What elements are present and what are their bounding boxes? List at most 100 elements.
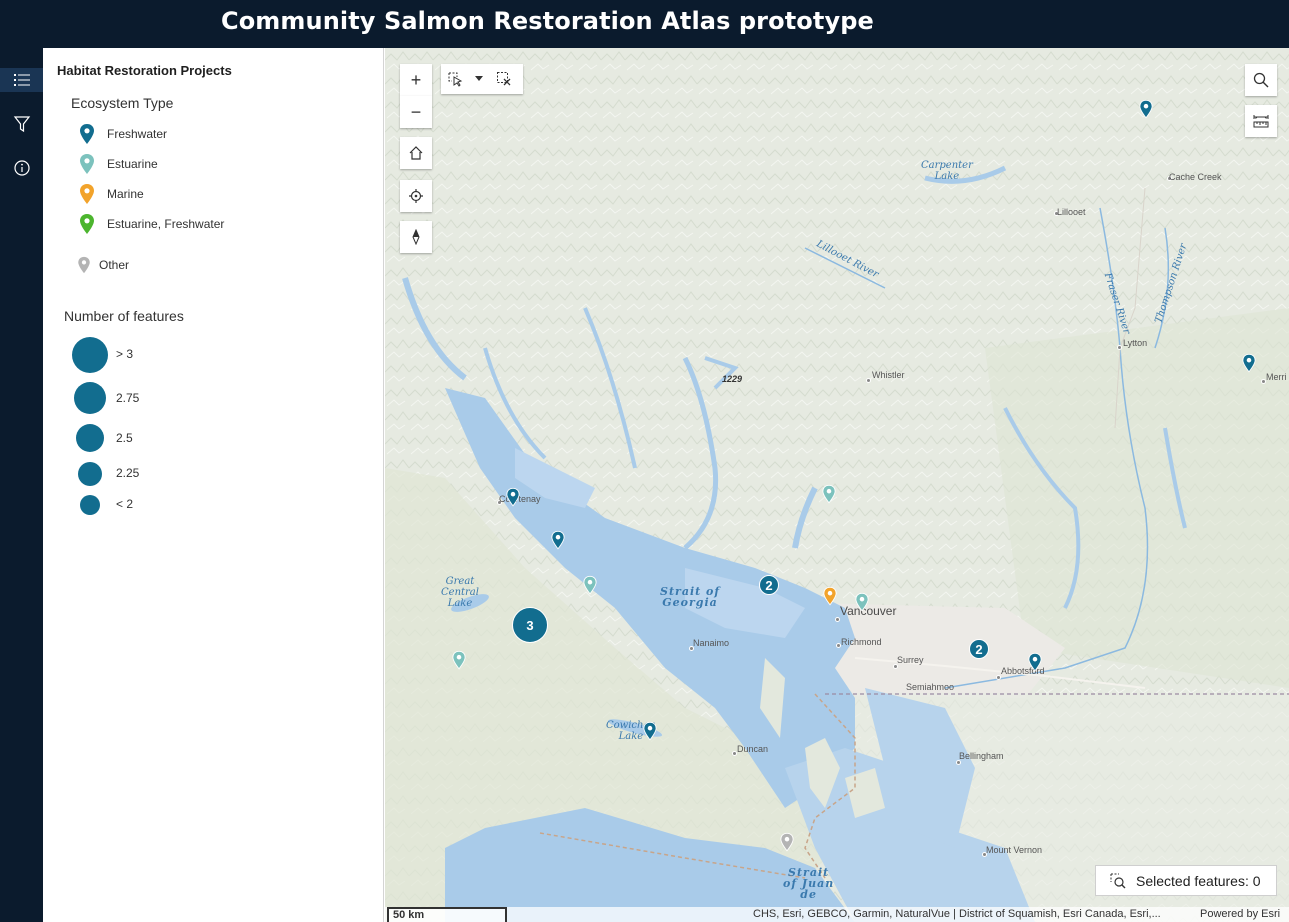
- cluster-marker[interactable]: 2: [759, 575, 779, 595]
- estuarine-pin[interactable]: [583, 575, 597, 595]
- zoom-in-button[interactable]: +: [400, 64, 432, 96]
- place-label: Whistler: [872, 370, 905, 380]
- place-label: Bellingham: [959, 751, 1004, 761]
- elevation-label: 1229: [722, 374, 743, 384]
- place-label: Cache Creek: [1169, 172, 1222, 182]
- clear-selection-icon: [497, 72, 511, 86]
- attribution-bar: 50 km CHS, Esri, GEBCO, Garmin, NaturalV…: [385, 907, 1289, 922]
- place-label: Lytton: [1123, 338, 1148, 348]
- place-label: Semiahmoo: [906, 682, 955, 692]
- action-rail: [0, 48, 43, 922]
- freshwater-pin[interactable]: [643, 721, 657, 741]
- place-label: Duncan: [737, 744, 769, 754]
- selected-features-label: Selected features: 0: [1136, 872, 1261, 889]
- home-icon: [409, 146, 423, 160]
- freshwater-pin[interactable]: [506, 487, 520, 507]
- map-view[interactable]: Cache Creek Lillooet Lytton Merri Whistl…: [385, 48, 1289, 922]
- size-label: < 2: [116, 497, 134, 511]
- marine-pin[interactable]: [823, 586, 837, 606]
- estuarine-pin-icon: [80, 154, 94, 174]
- legend-item-estuarine: Estuarine: [79, 152, 158, 176]
- place-label: Nanaimo: [693, 638, 730, 648]
- water-label: Strait of Juan de: [783, 866, 835, 901]
- water-label: Carpenter Lake: [921, 160, 973, 182]
- scale-bar: 50 km: [387, 907, 507, 922]
- selected-features-button[interactable]: Selected features: 0: [1095, 865, 1277, 896]
- legend-label: Other: [99, 258, 130, 272]
- legend-item-freshwater: Freshwater: [79, 122, 167, 146]
- other-pin-icon: [78, 256, 90, 274]
- locate-icon: [409, 189, 423, 203]
- locate-button[interactable]: [400, 180, 432, 212]
- other-pin[interactable]: [780, 832, 794, 852]
- freshwater-pin[interactable]: [1139, 99, 1153, 119]
- marine-pin-icon: [80, 184, 94, 204]
- legend-item-marine: Marine: [79, 182, 144, 206]
- legend-item-estuarine-freshwater: Estuarine, Freshwater: [79, 212, 224, 236]
- place-label: Richmond: [841, 637, 882, 647]
- compass-button[interactable]: [400, 221, 432, 253]
- selection-zoom-icon: [1110, 873, 1126, 888]
- home-button[interactable]: [400, 137, 432, 169]
- cursor-select-icon: [448, 72, 463, 87]
- estuarine-freshwater-pin-icon: [80, 214, 94, 234]
- ecosystem-title: Ecosystem Type: [71, 95, 174, 111]
- search-icon: [1253, 72, 1269, 88]
- water-label: Great Central Lake: [441, 576, 479, 609]
- list-icon: [13, 74, 30, 86]
- zoom-out-button[interactable]: −: [400, 96, 432, 128]
- size-label: 2.75: [116, 391, 140, 405]
- water-label: Strait of Georgia: [660, 585, 721, 609]
- size-label: 2.25: [116, 466, 140, 480]
- select-dropdown-button[interactable]: [469, 64, 489, 94]
- estuarine-pin[interactable]: [822, 484, 836, 504]
- place-label: Surrey: [897, 655, 924, 665]
- city-dot: [866, 378, 871, 383]
- estuarine-pin[interactable]: [452, 650, 466, 670]
- info-icon: [13, 160, 30, 176]
- freshwater-pin-icon: [80, 124, 94, 144]
- legend-label: Estuarine: [107, 157, 158, 171]
- legend-label: Freshwater: [107, 127, 168, 141]
- size-title: Number of features: [64, 308, 184, 324]
- size-circle-smallest: [80, 495, 100, 515]
- info-button[interactable]: [0, 156, 43, 180]
- size-label: 2.5: [116, 431, 133, 445]
- size-label: > 3: [116, 347, 134, 361]
- city-dot: [1117, 345, 1122, 350]
- search-button[interactable]: [1245, 64, 1277, 96]
- filter-button[interactable]: [0, 112, 43, 136]
- app-header: Community Salmon Restoration Atlas proto…: [0, 0, 1289, 48]
- basemap: [385, 48, 1289, 922]
- measure-button[interactable]: [1245, 105, 1277, 137]
- cluster-marker[interactable]: 2: [969, 639, 989, 659]
- size-circle-largest: [72, 337, 108, 373]
- place-label: Mount Vernon: [986, 845, 1043, 855]
- size-circle-medium: [76, 424, 104, 452]
- legend-panel: Habitat Restoration Projects Ecosystem T…: [43, 48, 384, 922]
- place-label: Merri: [1266, 372, 1287, 382]
- app-title: Community Salmon Restoration Atlas proto…: [221, 7, 874, 35]
- size-circle-large: [74, 382, 106, 414]
- size-circle-small: [78, 462, 102, 486]
- legend-item-other: Other: [77, 253, 129, 277]
- layer-list-button[interactable]: [0, 68, 43, 92]
- powered-by-link[interactable]: Powered by Esri: [1200, 908, 1280, 920]
- layer-title: Habitat Restoration Projects: [57, 63, 232, 78]
- compass-icon: [412, 229, 420, 245]
- measure-icon: [1253, 115, 1269, 128]
- clear-selection-button[interactable]: [489, 64, 519, 94]
- legend-label: Estuarine, Freshwater: [107, 217, 225, 231]
- caret-down-icon: [475, 76, 483, 81]
- select-by-rectangle-button[interactable]: [441, 64, 469, 94]
- freshwater-pin[interactable]: [1028, 652, 1042, 672]
- cluster-marker[interactable]: 3: [512, 607, 548, 643]
- freshwater-pin[interactable]: [1242, 353, 1256, 373]
- estuarine-pin[interactable]: [855, 592, 869, 612]
- attribution-text[interactable]: CHS, Esri, GEBCO, Garmin, NaturalVue | D…: [753, 908, 1161, 920]
- legend-label: Marine: [107, 187, 144, 201]
- place-label: Lillooet: [1057, 207, 1086, 217]
- freshwater-pin[interactable]: [551, 530, 565, 550]
- selection-toolbar: [441, 64, 523, 94]
- filter-icon: [13, 116, 30, 133]
